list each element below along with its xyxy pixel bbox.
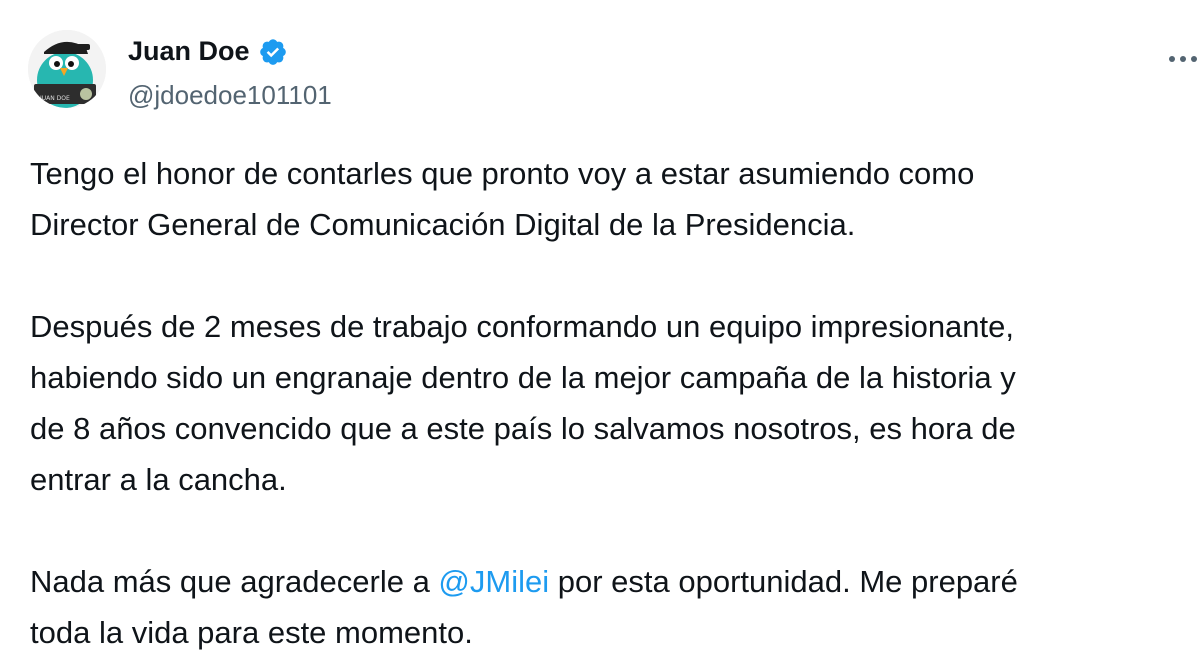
tweet-text-segment: Nada más que agradecerle a bbox=[30, 564, 439, 599]
avatar[interactable]: JUAN DOE bbox=[28, 30, 106, 108]
tweet-line: Nada más que agradecerle a @JMilei por e… bbox=[30, 556, 1190, 607]
tweet-line: Tengo el honor de contarles que pronto v… bbox=[30, 156, 975, 191]
mention-link[interactable]: @JMilei bbox=[438, 564, 549, 599]
author-name[interactable]: Juan Doe bbox=[128, 36, 250, 67]
parrot-avatar-icon: JUAN DOE bbox=[28, 30, 106, 108]
tweet-line: Después de 2 meses de trabajo conformand… bbox=[30, 309, 1015, 344]
svg-text:JUAN DOE: JUAN DOE bbox=[39, 95, 70, 102]
tweet-text: Tengo el honor de contarles que pronto v… bbox=[30, 148, 1190, 658]
tweet-line: habiendo sido un engranaje dentro de la … bbox=[30, 360, 1016, 395]
author-handle[interactable]: @jdoedoe101101 bbox=[128, 80, 332, 111]
tweet-line: de 8 años convencido que a este país lo … bbox=[30, 411, 1016, 446]
more-horizontal-icon bbox=[1169, 56, 1197, 62]
tweet-line: entrar a la cancha. bbox=[30, 462, 287, 497]
more-options-button[interactable] bbox=[1164, 44, 1200, 74]
tweet-card: JUAN DOE Juan Doe @jdoedoe101101 Tengo e… bbox=[0, 0, 1200, 658]
tweet-text-segment: por esta oportunidad. Me preparé bbox=[549, 564, 1018, 599]
tweet-line: toda la vida para este momento. bbox=[30, 615, 473, 650]
author-name-row[interactable]: Juan Doe bbox=[128, 36, 288, 67]
tweet-line: Director General de Comunicación Digital… bbox=[30, 207, 856, 242]
verified-badge-icon bbox=[258, 37, 288, 67]
